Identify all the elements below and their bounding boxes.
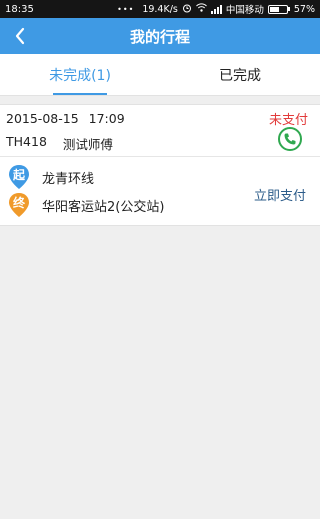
status-bar: 18:35 ••• 19.4K/s 中国移动 57%	[0, 0, 320, 18]
end-badge: 终	[12, 196, 25, 210]
end-station: 华阳客运站2(公交站)	[42, 199, 165, 215]
network-speed: 19.4K/s	[142, 3, 178, 15]
end-pin-icon: 终	[8, 192, 30, 218]
start-station: 龙青环线	[42, 171, 95, 187]
start-badge: 起	[12, 168, 25, 182]
app-header: 我的行程	[0, 18, 320, 54]
status-dots: •••	[117, 4, 135, 14]
trip-datetime: 2015-08-15 17:09	[6, 111, 314, 126]
battery-percent: 57%	[293, 3, 315, 15]
chevron-left-icon	[15, 27, 25, 45]
trip-time: 17:09	[88, 111, 125, 126]
status-right: ••• 19.4K/s 中国移动 57%	[117, 2, 315, 16]
pay-now-button[interactable]: 立即支付	[254, 185, 306, 204]
trip-card[interactable]: 2015-08-15 17:09 TH418 测试师傅 未支付 起 龙青环线 终	[0, 104, 320, 226]
carrier-name: 中国移动	[225, 5, 264, 16]
status-time: 18:35	[5, 3, 34, 15]
alarm-icon	[182, 3, 192, 16]
vehicle-number: TH418	[6, 134, 47, 149]
trip-card-header: 2015-08-15 17:09 TH418 测试师傅 未支付	[0, 105, 320, 157]
trip-tabs: 未完成(1) 已完成	[0, 54, 320, 96]
phone-icon	[284, 133, 296, 145]
page-title: 我的行程	[129, 27, 190, 46]
battery-icon	[267, 4, 290, 14]
signal-icon	[210, 4, 222, 14]
wifi-icon	[196, 3, 207, 15]
trip-route: 起 龙青环线 终 华阳客运站2(公交站) 立即支付	[0, 157, 320, 225]
tab-finished[interactable]: 已完成	[160, 54, 320, 95]
driver-name: 测试师傅	[62, 137, 113, 152]
start-pin-icon: 起	[8, 164, 30, 190]
back-button[interactable]	[10, 26, 30, 46]
call-driver-button[interactable]	[278, 127, 302, 151]
tab-unfinished[interactable]: 未完成(1)	[0, 54, 160, 95]
trip-date: 2015-08-15	[6, 111, 79, 126]
payment-status: 未支付	[268, 113, 308, 128]
trip-vehicle-info: TH418 测试师傅	[6, 134, 314, 153]
